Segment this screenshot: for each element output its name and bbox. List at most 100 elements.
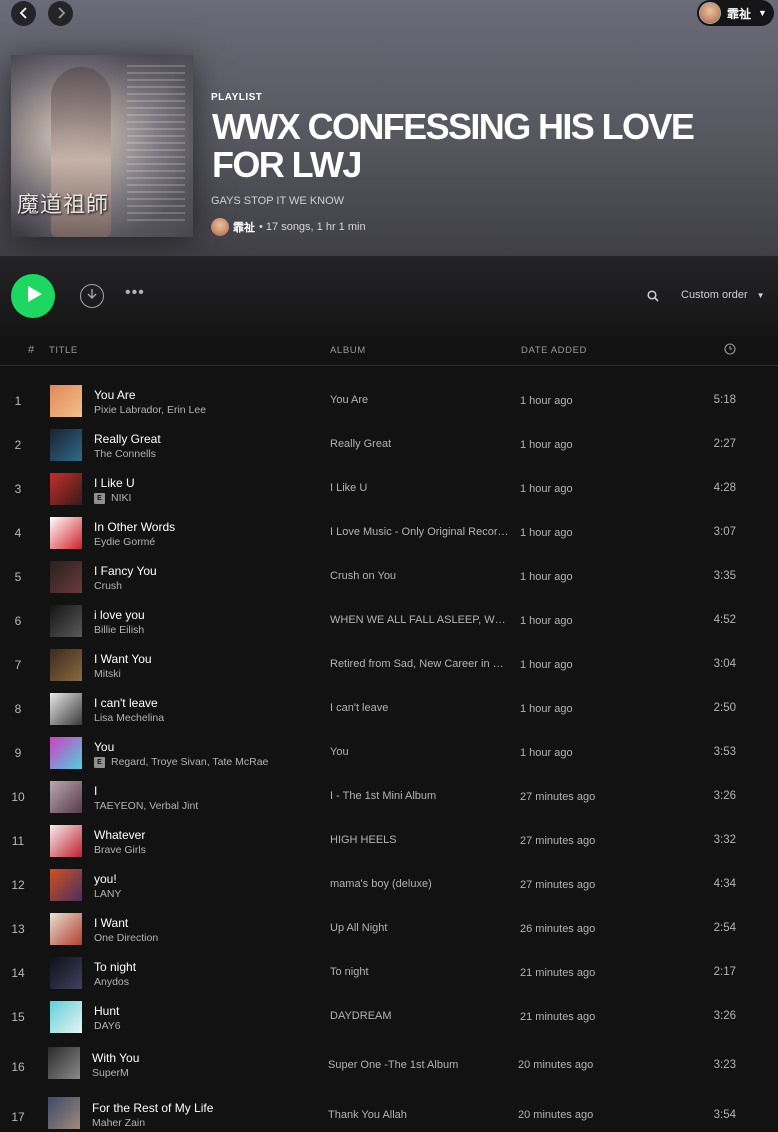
track-row[interactable]: 11 Whatever Brave Girls HIGH HEELS 27 minute… (0, 819, 778, 863)
track-artist-line: Crush (94, 580, 122, 592)
track-title[interactable]: I Like U (94, 476, 135, 490)
album-art (50, 781, 82, 813)
track-row[interactable]: 16 With You SuperM Super One -The 1st Album… (0, 1039, 778, 1089)
track-artist[interactable]: Mitski (94, 668, 121, 680)
column-date-added[interactable]: DATE ADDED (521, 345, 587, 356)
track-row[interactable]: 3 I Like U E NIKI I Like U 1 hour ago 4:28 (0, 467, 778, 511)
owner-link[interactable]: 霏祉 (233, 219, 255, 235)
download-button[interactable] (80, 284, 104, 308)
search-icon[interactable] (647, 289, 659, 307)
track-album[interactable]: You Are (330, 394, 510, 406)
track-album[interactable]: HIGH HEELS (330, 834, 510, 846)
track-album[interactable]: I Like U (330, 482, 510, 494)
tracklist: 1 You Are Pixie Labrador, Erin Lee You Are 1… (0, 379, 778, 1132)
track-title[interactable]: I Want You (94, 652, 152, 666)
track-album[interactable]: Up All Night (330, 922, 510, 934)
track-duration: 3:32 (713, 834, 736, 846)
track-album[interactable]: Crush on You (330, 570, 510, 582)
track-artist[interactable]: Anydos (94, 976, 129, 988)
track-title[interactable]: I (94, 784, 97, 798)
track-row[interactable]: 15 Hunt DAY6 DAYDREAM 21 minutes ago 3:26 (0, 995, 778, 1039)
track-artist[interactable]: NIKI (111, 492, 131, 504)
explicit-badge: E (94, 756, 105, 768)
sort-dropdown[interactable]: Custom order ▼ (681, 289, 765, 301)
track-number: 14 (11, 966, 25, 980)
track-number: 4 (14, 526, 22, 540)
track-row[interactable]: 12 you! LANY mama's boy (deluxe) 27 minutes … (0, 863, 778, 907)
track-album[interactable]: Thank You Allah (328, 1109, 508, 1121)
track-artist[interactable]: Lisa Mechelina (94, 712, 164, 724)
track-title[interactable]: I can't leave (94, 696, 158, 710)
track-row[interactable]: 9 You E Regard, Troye Sivan, Tate McRae You 1… (0, 731, 778, 775)
track-album[interactable]: I Love Music - Only Original Recordings (330, 526, 510, 538)
album-art (48, 1097, 80, 1129)
track-row[interactable]: 4 In Other Words Eydie Gormé I Love Music -… (0, 511, 778, 555)
avatar (699, 2, 721, 24)
column-album[interactable]: ALBUM (330, 345, 366, 356)
track-title[interactable]: i love you (94, 608, 145, 622)
play-icon (25, 285, 42, 307)
album-art (50, 825, 82, 857)
track-album[interactable]: DAYDREAM (330, 1010, 510, 1022)
more-icon[interactable]: ••• (125, 284, 145, 302)
column-title[interactable]: TITLE (49, 345, 78, 356)
track-row[interactable]: 14 To night Anydos To night 21 minutes ago 2:… (0, 951, 778, 995)
track-row[interactable]: 13 I Want One Direction Up All Night 26 minu… (0, 907, 778, 951)
track-album[interactable]: Retired from Sad, New Career in Business (330, 658, 510, 670)
track-row[interactable]: 2 Really Great The Connells Really Great 1 h… (0, 423, 778, 467)
track-row[interactable]: 8 I can't leave Lisa Mechelina I can't leav… (0, 687, 778, 731)
track-title[interactable]: I Fancy You (94, 564, 157, 578)
track-artist[interactable]: Eydie Gormé (94, 536, 155, 548)
play-button[interactable] (11, 274, 55, 318)
track-row[interactable]: 6 i love you Billie Eilish WHEN WE ALL FALL… (0, 599, 778, 643)
track-title[interactable]: Hunt (94, 1004, 119, 1018)
track-title[interactable]: Really Great (94, 432, 161, 446)
track-title[interactable]: I Want (94, 916, 128, 930)
track-title[interactable]: To night (94, 960, 136, 974)
track-title[interactable]: For the Rest of My Life (92, 1101, 213, 1115)
track-artist[interactable]: TAEYEON, Verbal Jint (94, 800, 198, 812)
track-artist[interactable]: Billie Eilish (94, 624, 144, 636)
track-album[interactable]: I can't leave (330, 702, 510, 714)
track-number: 17 (11, 1110, 25, 1124)
track-date-added: 1 hour ago (520, 615, 573, 627)
track-artist[interactable]: DAY6 (94, 1020, 121, 1032)
album-art (50, 605, 82, 637)
track-album[interactable]: To night (330, 966, 510, 978)
track-album[interactable]: Really Great (330, 438, 510, 450)
user-menu-button[interactable]: 霏祉 ▼ (697, 0, 774, 26)
track-artist[interactable]: One Direction (94, 932, 158, 944)
track-title[interactable]: you! (94, 872, 117, 886)
track-title[interactable]: Whatever (94, 828, 145, 842)
track-row[interactable]: 17 For the Rest of My Life Maher Zain Thank… (0, 1089, 778, 1132)
track-row[interactable]: 10 I TAEYEON, Verbal Jint I - The 1st Mini … (0, 775, 778, 819)
track-artist[interactable]: Pixie Labrador, Erin Lee (94, 404, 206, 416)
track-artist[interactable]: Regard, Troye Sivan, Tate McRae (111, 756, 268, 768)
track-artist[interactable]: Brave Girls (94, 844, 146, 856)
track-title[interactable]: You (94, 740, 114, 754)
page-title: WWX CONFESSING HIS LOVE FOR LWJ (212, 106, 695, 185)
track-album[interactable]: Super One -The 1st Album (328, 1059, 508, 1071)
track-title[interactable]: In Other Words (94, 520, 175, 534)
track-artist[interactable]: SuperM (92, 1067, 129, 1079)
track-title[interactable]: You Are (94, 388, 136, 402)
track-row[interactable]: 1 You Are Pixie Labrador, Erin Lee You Are 1… (0, 379, 778, 423)
track-duration: 4:52 (713, 614, 736, 626)
track-title[interactable]: With You (92, 1051, 139, 1065)
back-button[interactable] (11, 1, 36, 26)
track-row[interactable]: 7 I Want You Mitski Retired from Sad, New C… (0, 643, 778, 687)
playlist-cover[interactable]: 魔道祖師 (11, 55, 193, 237)
track-date-added: 1 hour ago (520, 483, 573, 495)
track-number: 2 (14, 438, 22, 452)
track-album[interactable]: I - The 1st Mini Album (330, 790, 510, 802)
track-album[interactable]: You (330, 746, 510, 758)
track-album[interactable]: mama's boy (deluxe) (330, 878, 510, 890)
album-art (50, 869, 82, 901)
track-artist[interactable]: The Connells (94, 448, 156, 460)
track-row[interactable]: 5 I Fancy You Crush Crush on You 1 hour ago 3… (0, 555, 778, 599)
track-artist[interactable]: LANY (94, 888, 121, 900)
track-artist[interactable]: Maher Zain (92, 1117, 145, 1129)
track-artist[interactable]: Crush (94, 580, 122, 592)
forward-button[interactable] (48, 1, 73, 26)
track-album[interactable]: WHEN WE ALL FALL ASLEEP, WHERE DO WE GO? (330, 614, 510, 626)
